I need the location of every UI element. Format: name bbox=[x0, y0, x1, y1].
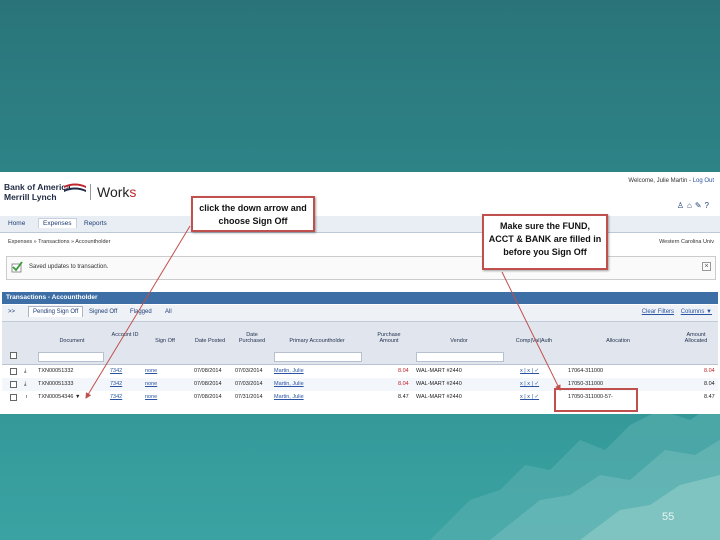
signoff-callout: click the down arrow and choose Sign Off bbox=[191, 196, 315, 232]
tab-pending-sign-off[interactable]: Pending Sign Off bbox=[28, 306, 84, 317]
col-document[interactable]: Document bbox=[42, 338, 102, 344]
accountholder-filter-input[interactable] bbox=[274, 352, 362, 362]
check-icon bbox=[11, 261, 23, 273]
close-icon[interactable]: × bbox=[702, 262, 711, 271]
table-row[interactable]: ⤓ TXN00051332 7342 none 07/08/2014 07/03… bbox=[2, 365, 718, 378]
columns-menu[interactable]: Columns ▼ bbox=[681, 309, 712, 315]
main-nav: Home Expenses Reports bbox=[0, 216, 720, 233]
breadcrumb: Expenses » Transactions » Accountholder bbox=[8, 239, 111, 245]
panel-title: Transactions - Accountholder bbox=[2, 292, 718, 304]
logout-link[interactable]: Log Out bbox=[693, 178, 714, 184]
header-icons: ♙⌂✎? bbox=[677, 201, 712, 210]
col-comp-val-auth[interactable]: Comp|Val|Auth bbox=[510, 338, 558, 344]
help-icon[interactable]: ? bbox=[705, 201, 712, 210]
row-checkbox[interactable] bbox=[10, 368, 17, 375]
welcome-text: Welcome, Julie Martin - Log Out bbox=[628, 178, 714, 184]
col-primary-accountholder[interactable]: Primary Accountholder bbox=[272, 338, 362, 344]
nav-reports[interactable]: Reports bbox=[84, 220, 107, 227]
row-checkbox[interactable] bbox=[10, 394, 17, 401]
attachment-icon[interactable]: ⤓ bbox=[24, 368, 26, 375]
page-number: 55 bbox=[662, 511, 675, 523]
allocation-highlight bbox=[554, 388, 638, 412]
product-name: Works bbox=[90, 184, 136, 200]
collapse-toggle[interactable]: >> bbox=[8, 309, 15, 315]
organization-name: Western Carolina Univ bbox=[659, 239, 714, 245]
app-header: Bank of America Merrill Lynch Works Welc… bbox=[0, 172, 720, 216]
app-screenshot: Bank of America Merrill Lynch Works Welc… bbox=[0, 172, 720, 414]
expand-icon[interactable]: ı bbox=[26, 394, 28, 400]
document-dropdown[interactable]: TXN00054346 ▼ bbox=[38, 394, 80, 400]
col-date-posted[interactable]: Date Posted bbox=[188, 338, 232, 344]
col-allocation[interactable]: Allocation bbox=[568, 338, 668, 344]
user-icon[interactable]: ♙ bbox=[677, 201, 687, 210]
fund-callout: Make sure the FUND, ACCT & BANK are fill… bbox=[482, 214, 608, 270]
wrench-icon[interactable]: ✎ bbox=[695, 201, 705, 210]
flag-logo-icon bbox=[64, 183, 86, 192]
select-all-checkbox[interactable] bbox=[10, 352, 17, 359]
col-date-purchased[interactable]: Date Purchased bbox=[234, 332, 270, 344]
vendor-filter-input[interactable] bbox=[416, 352, 504, 362]
brand-logo: Bank of America Merrill Lynch bbox=[4, 182, 71, 202]
col-amount-allocated[interactable]: Amount Allocated bbox=[676, 332, 716, 344]
col-sign-off[interactable]: Sign Off bbox=[148, 338, 182, 344]
tab-flagged[interactable]: Flagged bbox=[130, 309, 152, 315]
status-message: Saved updates to transaction. × bbox=[6, 256, 716, 280]
document-filter-input[interactable] bbox=[38, 352, 104, 362]
attachment-icon[interactable]: ⤓ bbox=[24, 381, 26, 388]
transaction-tabs: >> Pending Sign Off Signed Off Flagged A… bbox=[2, 305, 718, 322]
tab-all[interactable]: All bbox=[165, 309, 172, 315]
home-icon[interactable]: ⌂ bbox=[687, 201, 695, 210]
col-account-id[interactable]: Account ID bbox=[108, 332, 142, 338]
col-vendor[interactable]: Vendor bbox=[414, 338, 504, 344]
nav-home[interactable]: Home bbox=[8, 220, 25, 227]
clear-filters-link[interactable]: Clear Filters bbox=[642, 309, 674, 315]
table-header: Document Account ID Sign Off Date Posted… bbox=[2, 322, 718, 365]
tab-signed-off[interactable]: Signed Off bbox=[89, 309, 117, 315]
row-checkbox[interactable] bbox=[10, 381, 17, 388]
table-actions: Clear Filters Columns ▼ bbox=[642, 309, 712, 315]
nav-expenses[interactable]: Expenses bbox=[38, 218, 77, 228]
col-purchase-amount[interactable]: Purchase Amount bbox=[370, 332, 408, 344]
